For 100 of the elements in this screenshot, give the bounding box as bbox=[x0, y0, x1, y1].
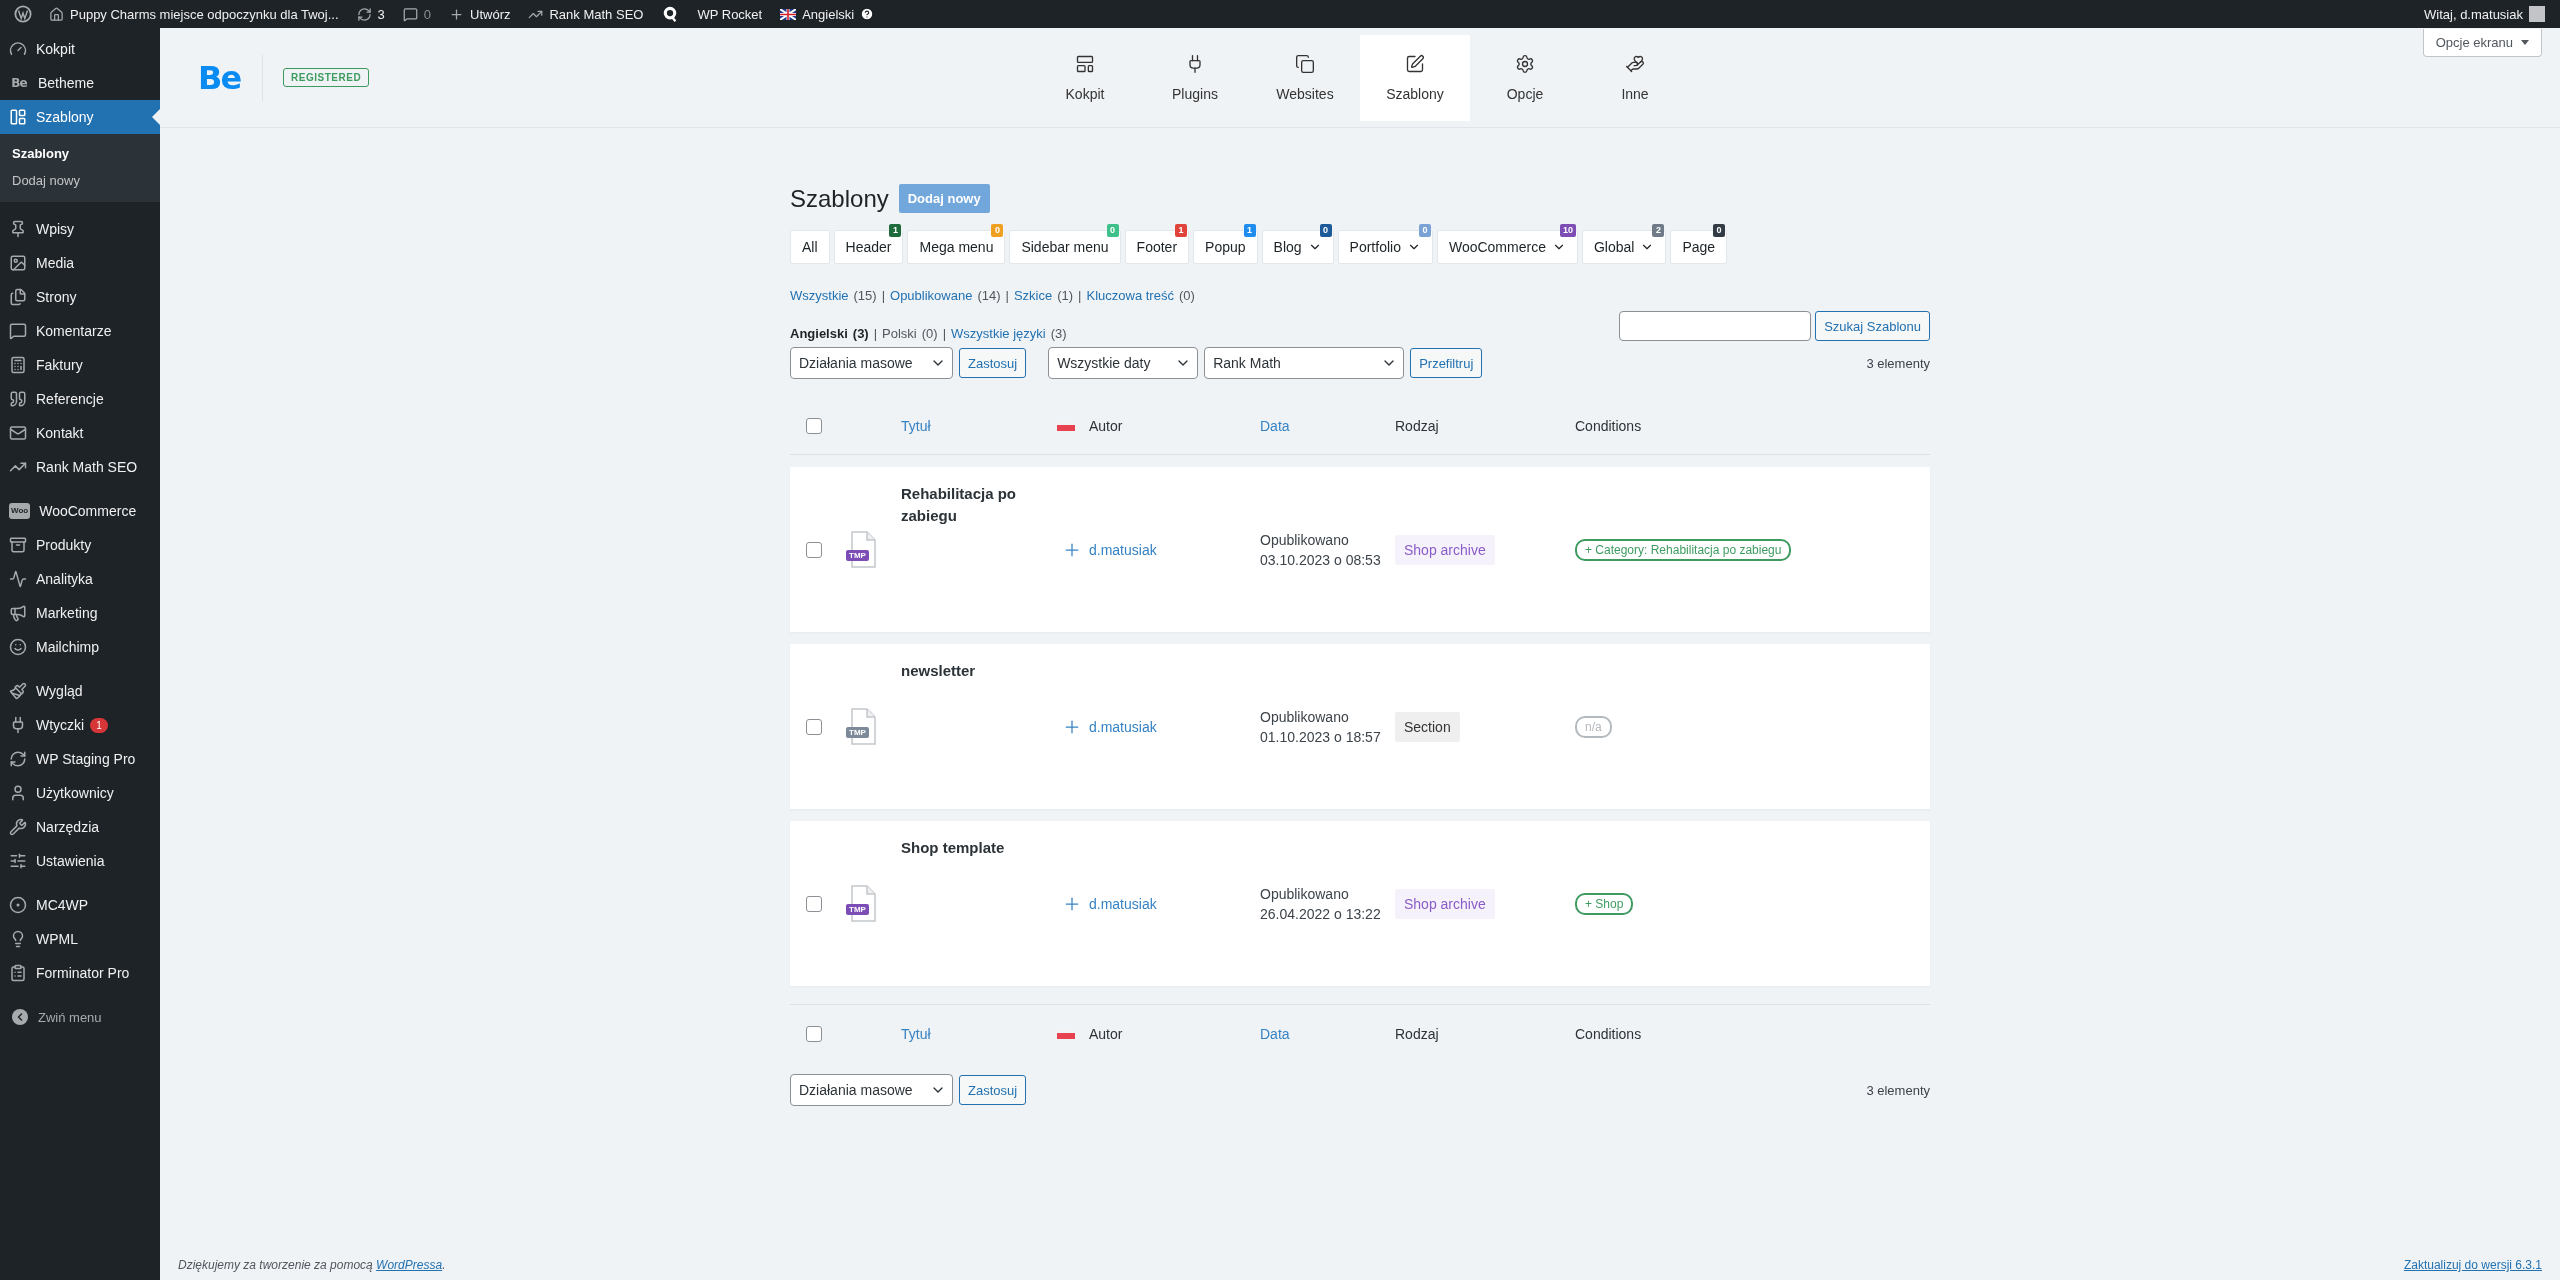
sidebar-item[interactable]: Strony bbox=[0, 280, 160, 314]
update-link[interactable]: Zaktualizuj do wersji 6.3.1 bbox=[2403, 1258, 2542, 1272]
language-link[interactable]: Wszystkie języki bbox=[951, 326, 1046, 341]
sidebar-item[interactable]: Mailchimp bbox=[0, 630, 160, 664]
new-content-link[interactable]: Utwórz bbox=[440, 6, 520, 22]
type-filter-button[interactable]: All bbox=[790, 230, 830, 264]
cache-link[interactable]: WP Rocket bbox=[688, 6, 772, 22]
author-link[interactable]: d.matusiak bbox=[1089, 895, 1157, 912]
nav-tab[interactable]: Opcje bbox=[1470, 34, 1580, 121]
status-count: (1) bbox=[1057, 288, 1074, 303]
date-text: Opublikowano 03.10.2023 o 08:53 bbox=[1260, 530, 1382, 570]
nav-tab[interactable]: Szablony bbox=[1360, 34, 1470, 121]
collapse-menu-link[interactable]: Zwiń menu bbox=[0, 1000, 160, 1034]
author-link[interactable]: d.matusiak bbox=[1089, 718, 1157, 735]
screen-options-button[interactable]: Opcje ekranu bbox=[2422, 29, 2542, 57]
type-tag: Shop archive bbox=[1395, 888, 1495, 919]
condition-tag: + Category: Rehabilitacja po zabiegu bbox=[1575, 538, 1792, 561]
sidebar-item[interactable]: Kontakt bbox=[0, 416, 160, 450]
bulk-actions-select[interactable]: Działania masowe bbox=[790, 347, 953, 379]
column-header: Autor bbox=[1089, 1025, 1123, 1042]
apply-button[interactable]: Zastosuj bbox=[959, 1075, 1027, 1105]
nav-tab[interactable]: Websites bbox=[1250, 34, 1360, 121]
sidebar-item[interactable]: Media bbox=[0, 246, 160, 280]
search-button[interactable]: Szukaj Szablonu bbox=[1815, 311, 1930, 341]
count-badge: 0 bbox=[1713, 224, 1726, 237]
column-header[interactable]: Data bbox=[1260, 417, 1290, 434]
column-header[interactable]: Tytuł bbox=[901, 417, 931, 434]
sidebar-item[interactable]: Ustawienia bbox=[0, 844, 160, 878]
status-link[interactable]: Wszystkie bbox=[790, 288, 849, 303]
sidebar-item[interactable]: Komentarze bbox=[0, 314, 160, 348]
template-title[interactable]: Rehabilitacja po zabiegu bbox=[901, 483, 1045, 527]
author-link[interactable]: d.matusiak bbox=[1089, 541, 1157, 558]
template-title[interactable]: Shop template bbox=[901, 837, 1045, 859]
apply-button[interactable]: Zastosuj bbox=[959, 348, 1027, 378]
sidebar-item[interactable]: WPML bbox=[0, 922, 160, 956]
checkbox[interactable] bbox=[806, 895, 822, 912]
sidebar-item[interactable]: Marketing bbox=[0, 596, 160, 630]
checkbox[interactable] bbox=[806, 1025, 822, 1042]
updates-link[interactable]: 3 bbox=[347, 6, 394, 22]
nav-tab[interactable]: Kokpit bbox=[1030, 34, 1140, 121]
sidebar-item[interactable]: Be Betheme bbox=[0, 66, 160, 100]
sidebar-item[interactable]: Rank Math SEO bbox=[0, 450, 160, 484]
sidebar-item[interactable]: Narzędzia bbox=[0, 810, 160, 844]
account-menu[interactable]: Witaj, d.matusiak bbox=[2415, 6, 2554, 22]
refresh-icon bbox=[9, 750, 27, 768]
flag-icon bbox=[780, 8, 797, 20]
count-badge: 0 bbox=[1418, 224, 1431, 237]
sidebar-item[interactable]: Produkty bbox=[0, 528, 160, 562]
seo-link[interactable]: Rank Math SEO bbox=[519, 6, 653, 22]
sidebar-item[interactable]: Wygląd bbox=[0, 674, 160, 708]
checkbox[interactable] bbox=[806, 541, 822, 558]
status-count: (0) bbox=[1178, 288, 1195, 303]
sidebar-item[interactable]: Wtyczki 1 bbox=[0, 708, 160, 742]
sidebar-item[interactable]: Forminator Pro bbox=[0, 956, 160, 990]
wrench-icon bbox=[9, 818, 27, 836]
checkbox[interactable] bbox=[806, 718, 822, 735]
sidebar-item[interactable]: Analityka bbox=[0, 562, 160, 596]
language-filter[interactable]: Polski bbox=[882, 326, 917, 341]
sidebar-item[interactable]: Faktury bbox=[0, 348, 160, 382]
sidebar-item[interactable]: Kokpit bbox=[0, 32, 160, 66]
status-link[interactable]: Szkice bbox=[1013, 288, 1053, 303]
sidebar-item[interactable]: Referencje bbox=[0, 382, 160, 416]
column-header[interactable]: Tytuł bbox=[901, 1025, 931, 1042]
filter-button[interactable]: Przefiltruj bbox=[1410, 348, 1483, 378]
search-field[interactable] bbox=[1619, 311, 1812, 341]
sidebar-item[interactable]: Użytkownicy bbox=[0, 776, 160, 810]
refresh-icon bbox=[356, 6, 372, 22]
bulk-actions-select[interactable]: Działania masowe bbox=[790, 1074, 953, 1106]
seo-filter-select[interactable]: Rank Math bbox=[1204, 347, 1405, 379]
template-title[interactable]: newsletter bbox=[901, 660, 1045, 682]
checkbox[interactable] bbox=[806, 417, 822, 434]
hand-heart-icon bbox=[1625, 53, 1645, 74]
language-switcher[interactable]: Angielski bbox=[771, 6, 884, 22]
status-link[interactable]: Kluczowa treść bbox=[1086, 288, 1174, 303]
count-badge: 2 bbox=[1652, 224, 1665, 237]
sidebar-item[interactable]: Szablony bbox=[0, 100, 160, 134]
quote-icon bbox=[9, 390, 27, 408]
comments-link[interactable]: 0 bbox=[393, 6, 441, 22]
nav-tab[interactable]: Inne bbox=[1580, 34, 1690, 121]
count-badge: 0 bbox=[991, 224, 1004, 237]
status-link[interactable]: Opublikowane bbox=[890, 288, 973, 303]
mail-icon bbox=[9, 424, 27, 442]
sidebar-item[interactable]: Wpisy bbox=[0, 212, 160, 246]
date-filter-select[interactable]: Wszystkie daty bbox=[1048, 347, 1199, 379]
condition-tag: n/a bbox=[1575, 715, 1612, 738]
site-link[interactable]: Puppy Charms miejsce odpoczynku dla Twoj... bbox=[40, 6, 348, 22]
language-filter[interactable]: Angielski bbox=[790, 326, 848, 341]
sidebar-item[interactable]: MC4WP bbox=[0, 888, 160, 922]
column-header[interactable]: Data bbox=[1260, 1025, 1290, 1042]
settings-icon bbox=[1515, 53, 1535, 74]
comment-icon bbox=[9, 322, 27, 340]
edit-icon bbox=[1405, 53, 1425, 74]
submenu-item[interactable]: Dodaj nowy bbox=[0, 167, 160, 194]
submenu-item[interactable]: Szablony bbox=[0, 140, 160, 167]
sidebar-item[interactable]: WP Staging Pro bbox=[0, 742, 160, 776]
sidebar-item[interactable]: Woo WooCommerce bbox=[0, 494, 160, 528]
activity-icon bbox=[9, 570, 27, 588]
registered-badge: REGISTERED bbox=[283, 68, 370, 87]
file-type-badge: TMP bbox=[846, 903, 869, 915]
nav-tab[interactable]: Plugins bbox=[1140, 34, 1250, 121]
